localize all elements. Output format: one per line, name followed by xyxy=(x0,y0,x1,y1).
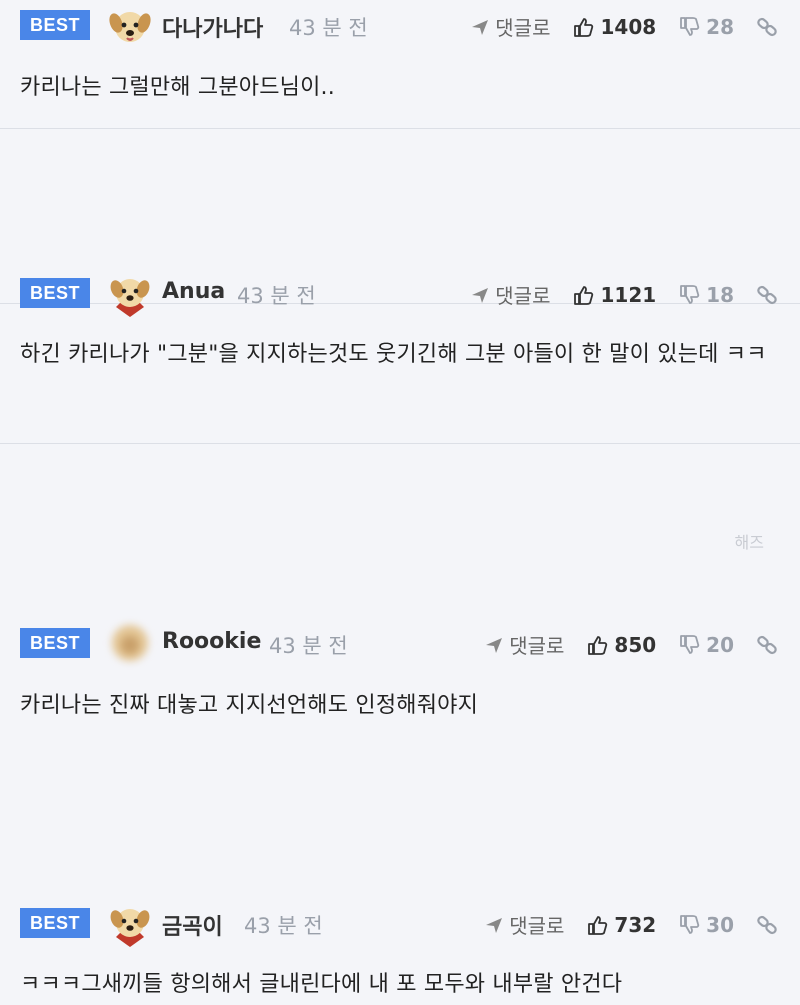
comment-item: BEST Anua 43 분 전 댓글로 1121 18 xyxy=(0,129,800,304)
share-link-button[interactable] xyxy=(756,284,778,306)
dislike-count: 20 xyxy=(706,633,734,657)
dislike-button[interactable]: 20 xyxy=(678,633,734,657)
comment-actions: 댓글로 732 30 xyxy=(484,910,778,939)
link-icon xyxy=(756,914,778,936)
puppy-cape-avatar[interactable] xyxy=(106,899,154,947)
share-link-button[interactable] xyxy=(756,634,778,656)
thumbs-down-icon xyxy=(678,914,700,936)
like-button[interactable]: 732 xyxy=(586,913,656,937)
thumbs-up-icon xyxy=(572,284,594,306)
link-icon xyxy=(756,284,778,306)
dislike-button[interactable]: 30 xyxy=(678,913,734,937)
like-button[interactable]: 850 xyxy=(586,633,656,657)
like-count: 1121 xyxy=(600,283,656,307)
nickname[interactable]: 다나가나다 xyxy=(162,11,263,43)
dislike-button[interactable]: 28 xyxy=(678,15,734,39)
comment-item: BEST 금곡이 43 분 전 댓글로 732 30 xyxy=(0,444,800,581)
comment-text: 카리나는 그럴만해 그분아드님이.. xyxy=(20,68,780,108)
dislike-count: 18 xyxy=(706,283,734,307)
like-button[interactable]: 1121 xyxy=(572,283,656,307)
comment-item: BEST Roookie 43 분 전 댓글로 850 20 카리나는 진 xyxy=(0,304,800,444)
comment-actions: 댓글로 850 20 xyxy=(484,630,778,659)
thumbs-down-icon xyxy=(678,16,700,38)
thumbs-down-icon xyxy=(678,634,700,656)
comment-text: ㅋㅋㅋ그새끼들 항의해서 글내린다에 내 포 모두와 내부랄 안건다 xyxy=(20,965,780,1005)
best-badge: BEST xyxy=(20,628,90,658)
like-count: 732 xyxy=(614,913,656,937)
thumbs-down-icon xyxy=(678,284,700,306)
comment-header: BEST 금곡이 43 분 전 댓글로 732 30 xyxy=(0,901,800,945)
timestamp: 43 분 전 xyxy=(289,12,368,42)
dislike-button[interactable]: 18 xyxy=(678,283,734,307)
nickname[interactable]: 금곡이 xyxy=(162,909,223,941)
like-count: 1408 xyxy=(600,15,656,39)
comment-actions: 댓글로 1408 28 xyxy=(470,12,778,41)
like-button[interactable]: 1408 xyxy=(572,15,656,39)
comment-header: BEST 다나가나다 43 분 전 댓글로 1408 28 xyxy=(0,3,800,47)
dislike-count: 28 xyxy=(706,15,734,39)
reply-button[interactable]: 댓글로 xyxy=(470,12,550,41)
comment-item: BEST 다나가나다 43 분 전 댓글로 1408 28 xyxy=(0,0,800,129)
timestamp: 43 분 전 xyxy=(269,630,348,660)
send-icon xyxy=(470,285,490,305)
reply-button[interactable]: 댓글로 xyxy=(484,910,564,939)
link-icon xyxy=(756,16,778,38)
send-icon xyxy=(470,17,490,37)
timestamp: 43 분 전 xyxy=(244,910,323,940)
share-link-button[interactable] xyxy=(756,16,778,38)
thumbs-up-icon xyxy=(586,634,608,656)
puppy-avatar[interactable] xyxy=(106,1,154,49)
best-badge: BEST xyxy=(20,10,90,40)
nickname[interactable]: Anua xyxy=(162,279,225,304)
blurred-avatar[interactable] xyxy=(106,619,154,667)
comment-text: 카리나는 진짜 대놓고 지지선언해도 인정해줘야지 xyxy=(20,686,780,726)
link-icon xyxy=(756,634,778,656)
dislike-count: 30 xyxy=(706,913,734,937)
send-icon xyxy=(484,635,504,655)
thumbs-up-icon xyxy=(572,16,594,38)
send-icon xyxy=(484,915,504,935)
like-count: 850 xyxy=(614,633,656,657)
nickname[interactable]: Roookie xyxy=(162,629,261,654)
thumbs-up-icon xyxy=(586,914,608,936)
watermark: 해즈 xyxy=(735,529,764,553)
reply-label: 댓글로 xyxy=(509,630,564,659)
comment-header: BEST Roookie 43 분 전 댓글로 850 20 xyxy=(0,621,800,665)
reply-label: 댓글로 xyxy=(509,910,564,939)
reply-label: 댓글로 xyxy=(495,12,550,41)
best-badge: BEST xyxy=(20,908,90,938)
share-link-button[interactable] xyxy=(756,914,778,936)
reply-button[interactable]: 댓글로 xyxy=(484,630,564,659)
